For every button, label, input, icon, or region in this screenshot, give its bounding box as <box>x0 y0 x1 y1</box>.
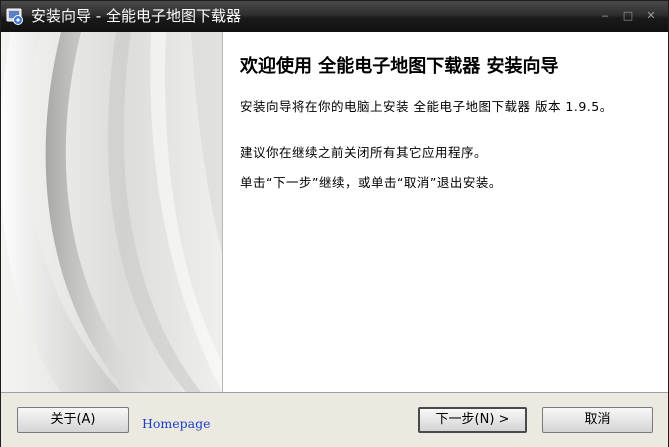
maximize-icon[interactable]: □ <box>621 9 635 23</box>
installer-window: 安装向导 - 全能电子地图下载器 ‒ □ ✕ 欢迎使用 全能电子地图下载器 安装… <box>0 0 669 447</box>
window-title: 安装向导 - 全能电子地图下载器 <box>31 7 241 25</box>
close-apps-advice: 建议你在继续之前关闭所有其它应用程序。 <box>240 145 488 160</box>
welcome-heading: 欢迎使用 全能电子地图下载器 安装向导 <box>240 56 559 77</box>
title-bar[interactable]: 安装向导 - 全能电子地图下载器 ‒ □ ✕ <box>1 1 668 32</box>
minimize-icon[interactable]: ‒ <box>598 9 612 23</box>
wizard-side-image <box>1 32 222 392</box>
installer-app-icon <box>5 6 25 26</box>
continue-instructions: 单击“下一步”继续，或单击“取消”退出安装。 <box>240 175 502 190</box>
about-button[interactable]: 关于(A) <box>17 407 129 433</box>
wizard-content: 欢迎使用 全能电子地图下载器 安装向导 安装向导将在你的电脑上安装 全能电子地图… <box>222 32 668 392</box>
close-icon[interactable]: ✕ <box>644 9 658 23</box>
button-bar: 关于(A) Homepage 下一步(N) > 取消 <box>1 392 668 447</box>
install-description: 安装向导将在你的电脑上安装 全能电子地图下载器 版本 1.9.5。 <box>240 99 613 114</box>
homepage-link[interactable]: Homepage <box>142 416 211 431</box>
next-button[interactable]: 下一步(N) > <box>418 407 527 433</box>
cancel-button[interactable]: 取消 <box>542 407 653 433</box>
